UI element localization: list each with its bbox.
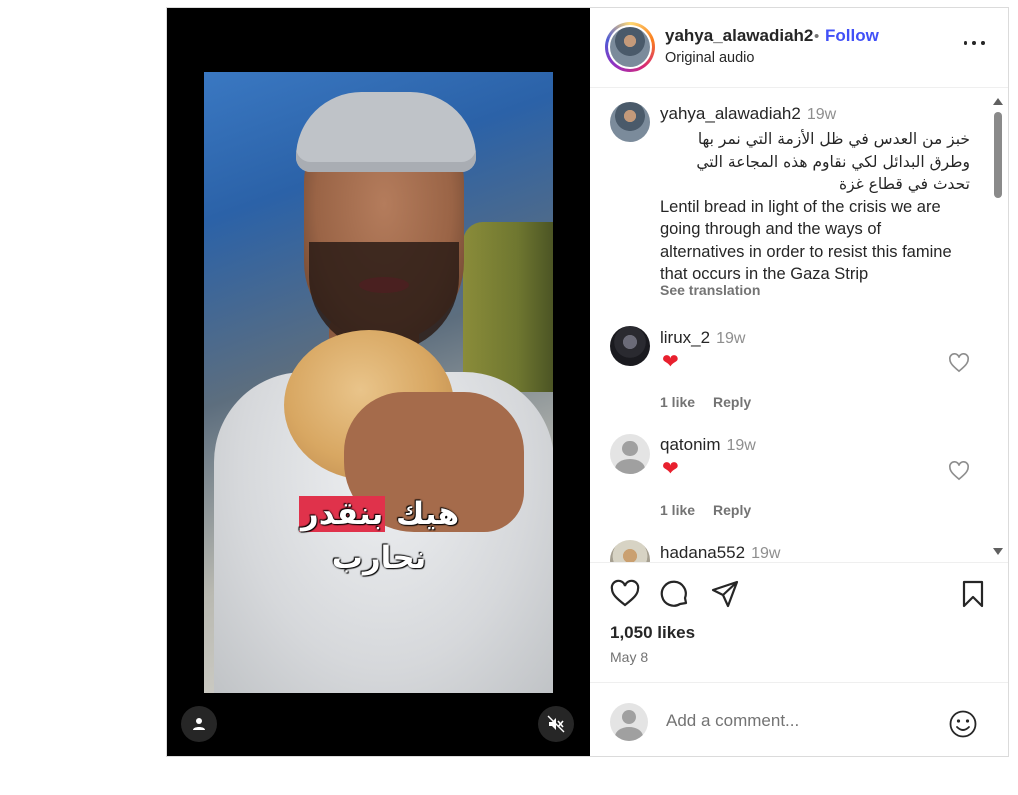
- caption-username[interactable]: yahya_alawadiah2: [660, 104, 801, 123]
- post-modal: هيك بنقدر نحارب yahya_alawadiah2 • Follo…: [166, 7, 1009, 757]
- comment-icon[interactable]: [660, 579, 690, 609]
- person-mouth: [359, 277, 409, 293]
- caption-author: yahya_alawadiah2 19w: [660, 104, 836, 124]
- see-translation-link[interactable]: See translation: [660, 282, 760, 298]
- more-options-icon[interactable]: [961, 30, 987, 56]
- background-fabric: [463, 222, 553, 392]
- scroll-thumb[interactable]: [994, 112, 1002, 198]
- avatar-image: [610, 27, 650, 67]
- comment-input[interactable]: Add a comment...: [666, 711, 799, 731]
- post-date[interactable]: May 8: [610, 649, 648, 665]
- caption-english: Lentil bread in light of the crisis we a…: [660, 197, 952, 284]
- muted-speaker-icon: [547, 715, 565, 733]
- author-avatar[interactable]: [605, 22, 655, 72]
- emoji-icon[interactable]: [948, 709, 978, 739]
- comments-scrollbar[interactable]: [992, 92, 1004, 555]
- tagged-users-button[interactable]: [181, 706, 217, 742]
- comment-meta: 1 like Reply: [660, 394, 769, 410]
- comment-username[interactable]: lirux_2: [660, 328, 710, 347]
- heart-icon[interactable]: [610, 579, 640, 609]
- share-icon[interactable]: [710, 579, 740, 609]
- video-caption: هيك بنقدر نحارب: [259, 492, 499, 576]
- comment-username[interactable]: hadana552: [660, 543, 745, 562]
- separator-dot: •: [814, 28, 820, 45]
- comment-avatar[interactable]: [610, 326, 650, 366]
- mute-button[interactable]: [538, 706, 574, 742]
- comment-avatar[interactable]: [610, 434, 650, 474]
- post-side-panel: yahya_alawadiah2 • Follow Original audio…: [590, 8, 1008, 756]
- comment-like-icon[interactable]: [948, 353, 970, 373]
- post-actions: 1,050 likes May 8: [590, 562, 1008, 683]
- scroll-up-arrow[interactable]: [993, 98, 1003, 105]
- scroll-down-arrow[interactable]: [993, 548, 1003, 555]
- comments-list[interactable]: yahya_alawadiah2 19w خبز من العدس في ظل ا…: [590, 88, 1008, 562]
- comment-text: ❤: [662, 458, 679, 480]
- add-comment-bar: Add a comment...: [590, 682, 1008, 757]
- comment-header: lirux_2 19w: [660, 328, 745, 348]
- comment-header: qatonim 19w: [660, 435, 756, 455]
- comment-text: ❤: [662, 351, 679, 373]
- caption-time[interactable]: 19w: [807, 106, 836, 123]
- comment-username[interactable]: qatonim: [660, 435, 720, 454]
- video-frame[interactable]: هيك بنقدر نحارب: [204, 72, 553, 693]
- caption-plain: هيك: [385, 496, 460, 532]
- bookmark-icon[interactable]: [958, 579, 988, 609]
- comment-likes[interactable]: 1 like: [660, 502, 695, 518]
- comment-meta: 1 like Reply: [660, 502, 769, 518]
- author-username[interactable]: yahya_alawadiah2: [665, 26, 813, 46]
- caption-rest: نحارب: [331, 540, 427, 576]
- comment-time[interactable]: 19w: [751, 545, 780, 562]
- audio-label[interactable]: Original audio: [665, 50, 754, 66]
- comment-likes[interactable]: 1 like: [660, 394, 695, 410]
- comment-time[interactable]: 19w: [716, 330, 745, 347]
- comment-avatar[interactable]: [610, 540, 650, 562]
- follow-button[interactable]: Follow: [825, 26, 879, 46]
- caption-highlight: بنقدر: [298, 496, 386, 532]
- person-cap: [296, 92, 476, 172]
- reply-button[interactable]: Reply: [713, 502, 751, 518]
- likes-count[interactable]: 1,050 likes: [610, 623, 695, 643]
- user-icon: [193, 718, 205, 730]
- caption-author-avatar[interactable]: [610, 102, 650, 142]
- comment-header: hadana552 19w: [660, 543, 780, 562]
- caption-arabic: خبز من العدس في ظل الأزمة التي نمر بها و…: [696, 130, 970, 193]
- comment-time[interactable]: 19w: [726, 437, 755, 454]
- reply-button[interactable]: Reply: [713, 394, 751, 410]
- current-user-avatar: [610, 703, 648, 741]
- post-header: yahya_alawadiah2 • Follow Original audio: [590, 8, 1008, 88]
- post-caption-text: خبز من العدس في ظل الأزمة التي نمر بها و…: [660, 128, 970, 286]
- video-player[interactable]: هيك بنقدر نحارب: [167, 8, 590, 756]
- comment-like-icon[interactable]: [948, 461, 970, 481]
